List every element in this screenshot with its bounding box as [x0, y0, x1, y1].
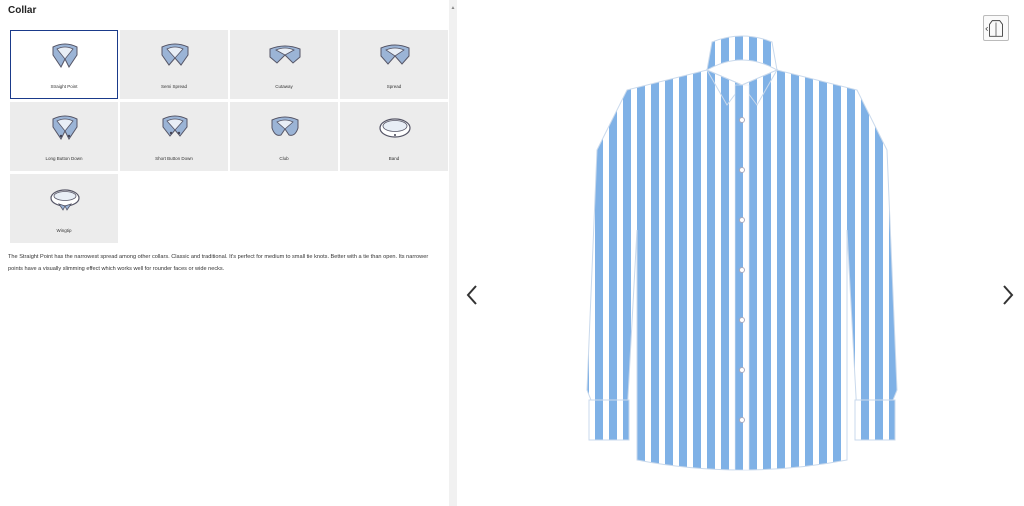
cutaway-collar-icon: [269, 45, 301, 64]
club-collar-icon: [271, 116, 299, 136]
collar-option-spread[interactable]: Spread: [340, 30, 448, 99]
collar-option-short-button-down[interactable]: Short Button Down: [120, 102, 228, 171]
section-title: Collar: [8, 5, 37, 16]
band-collar-icon: [379, 118, 411, 138]
collar-option-wingtip[interactable]: Wingtip: [10, 174, 118, 243]
collar-option-label: Short Button Down: [155, 156, 193, 161]
spread-collar-icon: [380, 44, 410, 65]
collar-option-straight-point[interactable]: Straight Point: [10, 30, 118, 99]
collar-option-label: Semi Spread: [160, 84, 187, 89]
collar-option-cutaway[interactable]: Cutaway: [230, 30, 338, 99]
collar-option-label: Club: [279, 156, 289, 161]
collar-description: The Straight Point has the narrowest spr…: [8, 254, 429, 272]
collar-option-label: Straight Point: [50, 84, 78, 89]
collar-options-panel: Collar Straight Point Semi Spread Cutawa…: [0, 0, 449, 506]
chevron-right-icon[interactable]: [996, 280, 1020, 310]
panel-scrollbar[interactable]: ▲: [449, 0, 457, 506]
collar-option-label: Wingtip: [56, 228, 72, 233]
shirt-image: [586, 35, 898, 471]
collar-option-label: Cutaway: [275, 84, 293, 89]
shirt-preview-viewer: [457, 0, 1024, 506]
wingtip-collar-icon: [50, 189, 80, 211]
straight-point-collar-icon: [52, 43, 78, 68]
collar-option-long-button-down[interactable]: Long Button Down: [10, 102, 118, 171]
collar-option-semi-spread[interactable]: Semi Spread: [120, 30, 228, 99]
short-button-down-collar-icon: [162, 115, 188, 137]
chevron-left-icon[interactable]: [460, 280, 484, 310]
collar-option-label: Long Button Down: [45, 156, 83, 161]
collar-option-band[interactable]: Band: [340, 102, 448, 171]
collar-option-label: Band: [388, 156, 400, 161]
scroll-up-arrow-icon[interactable]: ▲: [449, 5, 457, 11]
app: Collar Straight Point Semi Spread Cutawa…: [0, 0, 1024, 506]
long-button-down-collar-icon: [52, 115, 78, 140]
collar-option-label: Spread: [386, 84, 402, 89]
shirt-view-toggle-icon[interactable]: [983, 15, 1009, 41]
semi-spread-collar-icon: [161, 43, 189, 66]
collar-option-club[interactable]: Club: [230, 102, 338, 171]
